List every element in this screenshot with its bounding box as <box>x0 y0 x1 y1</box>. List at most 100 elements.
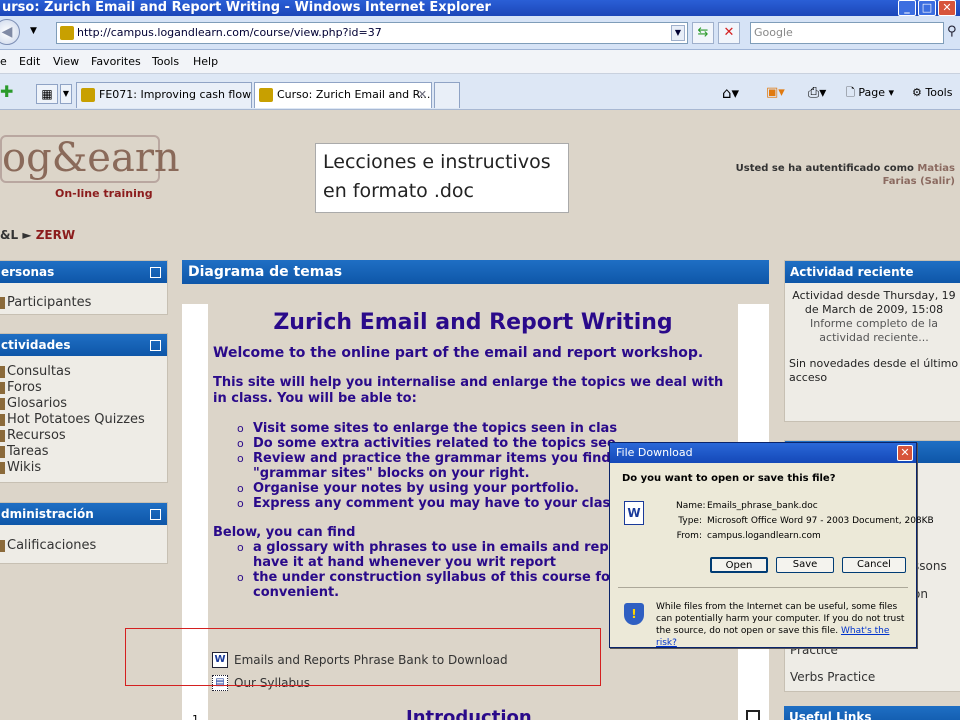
address-input[interactable]: http://campus.logandlearn.com/course/vie… <box>56 22 688 44</box>
highlight-box <box>125 628 601 686</box>
address-toolbar: ◀ ▼ http://campus.logandlearn.com/course… <box>0 16 960 50</box>
minimize-icon[interactable]: _ <box>898 0 916 16</box>
block-title: Useful Links <box>789 710 872 720</box>
menu-edit[interactable]: Edit <box>19 50 40 74</box>
sidebar-item-label[interactable]: ssons <box>913 559 947 573</box>
block-recent-header: Actividad reciente <box>785 261 960 283</box>
breadcrumb: &L ► ZERW <box>0 228 75 242</box>
tools-menu-label: Tools <box>925 86 953 99</box>
menu-favorites[interactable]: Favorites <box>91 50 141 74</box>
sidebar-item-verbs-practice[interactable]: Verbs Practice <box>790 670 875 684</box>
resource-icon <box>0 430 5 442</box>
people-icon <box>0 297 5 309</box>
logo-tagline: On-line training <box>55 187 153 200</box>
sidebar-item-wikis[interactable]: Wikis <box>0 460 167 476</box>
search-icon[interactable]: ⚲ <box>947 24 957 39</box>
block-actividades: ctividades Consultas Foros Glosarios Hot… <box>0 333 168 483</box>
close-window-icon[interactable]: ✕ <box>938 0 956 16</box>
welcome-text: Welcome to the online part of the email … <box>213 345 704 361</box>
logout-link[interactable]: (Salir) <box>920 176 955 187</box>
save-button[interactable]: Save <box>776 557 834 573</box>
search-input[interactable]: Google <box>750 22 944 44</box>
sidebar-item-hot-potatoes[interactable]: Hot Potatoes Quizzes <box>0 412 167 428</box>
sidebar-item-recursos[interactable]: Recursos <box>0 428 167 444</box>
menu-view[interactable]: View <box>53 50 79 74</box>
site-favicon-icon <box>60 26 74 40</box>
block-useful-links: Useful Links <box>784 706 960 720</box>
login-prefix: Usted se ha autentificado como <box>735 163 914 174</box>
security-shield-icon: ! <box>624 603 644 625</box>
print-icon[interactable]: ⎙▾ <box>808 84 826 102</box>
sidebar-item-tareas[interactable]: Tareas <box>0 444 167 460</box>
sidebar-item-participantes[interactable]: Participantes <box>0 295 167 311</box>
tab-bar: ✚ ▦ ▼ FE071: Improving cash flow Curso: … <box>0 74 960 110</box>
sidebar-item-label: Participantes <box>7 295 92 310</box>
security-note: While files from the Internet can be use… <box>656 601 911 649</box>
logo[interactable]: og&earn On-line training <box>0 135 180 205</box>
collapse-icon[interactable] <box>150 509 161 520</box>
sidebar-item-label: Hot Potatoes Quizzes <box>7 412 145 427</box>
tab-favicon-icon <box>81 88 95 102</box>
collapse-icon[interactable] <box>150 340 161 351</box>
no-news-text: Sin novedades desde el último acceso <box>789 357 959 384</box>
glossary-icon <box>0 398 5 410</box>
block-title: ctividades <box>1 338 71 352</box>
sidebar-item-glosarios[interactable]: Glosarios <box>0 396 167 412</box>
menu-tools[interactable]: Tools <box>152 50 179 74</box>
name-label: Name: <box>676 501 706 511</box>
course-title: Zurich Email and Report Writing <box>273 310 673 335</box>
dialog-title-bar: File Download ✕ <box>610 443 916 463</box>
dialog-question: Do you want to open or save this file? <box>622 473 836 484</box>
block-administracion: dministración Calificaciones <box>0 502 168 564</box>
section-toggle-icon[interactable] <box>746 710 760 720</box>
home-icon[interactable]: ⌂▾ <box>722 84 739 102</box>
page-menu[interactable]: 🗋 Page ▾ <box>846 84 894 102</box>
tab-improving-cash-flow[interactable]: FE071: Improving cash flow <box>76 82 252 108</box>
cancel-button[interactable]: Cancel <box>842 557 906 573</box>
file-download-dialog: File Download ✕ Do you want to open or s… <box>609 442 934 649</box>
new-tab-button[interactable] <box>434 82 460 108</box>
tab-zurich-course[interactable]: Curso: Zurich Email and R... ✕ <box>254 82 432 108</box>
forum-icon <box>0 382 5 394</box>
full-report-link[interactable]: Informe completo de la actividad recient… <box>785 317 960 345</box>
collapse-icon[interactable] <box>150 267 161 278</box>
block-recent-activity: Actividad reciente Actividad desde Thurs… <box>784 260 960 422</box>
tab-list-dropdown-icon[interactable]: ▼ <box>60 84 72 104</box>
refresh-icon[interactable]: ⇆ <box>692 22 714 44</box>
maximize-icon[interactable]: □ <box>918 0 936 16</box>
back-icon[interactable]: ◀ <box>0 19 20 45</box>
intro-text: This site will help you internalise and … <box>213 375 724 406</box>
sidebar-item-calificaciones[interactable]: Calificaciones <box>0 538 167 554</box>
sidebar-item-consultas[interactable]: Consultas <box>0 364 167 380</box>
sidebar-item-foros[interactable]: Foros <box>0 380 167 396</box>
close-tab-icon[interactable]: ✕ <box>418 83 427 107</box>
block-personas-header: ersonas <box>0 261 167 283</box>
tab-label: FE071: Improving cash flow <box>99 88 252 101</box>
page-menu-label: Page <box>858 86 885 99</box>
quick-tabs-icon[interactable]: ▦ <box>36 84 58 104</box>
consultas-icon <box>0 366 5 378</box>
close-icon[interactable]: ✕ <box>897 445 913 461</box>
tools-menu[interactable]: ⚙ Tools <box>912 84 952 102</box>
history-dropdown-icon[interactable]: ▼ <box>30 26 37 36</box>
breadcrumb-parent[interactable]: &L <box>0 228 18 242</box>
breadcrumb-current: ZERW <box>35 228 76 242</box>
block-title: Actividad reciente <box>790 265 914 279</box>
type-label: Type: <box>678 516 702 526</box>
block-administracion-header: dministración <box>0 503 167 525</box>
dialog-title: File Download <box>616 446 693 459</box>
window-title: urso: Zurich Email and Report Writing - … <box>2 0 491 15</box>
file-name-row: Name:Emails_phrase_bank.doc <box>676 501 818 511</box>
stop-icon[interactable]: ✕ <box>718 22 740 44</box>
list-item: Visit some sites to enlarge the topics s… <box>237 421 733 436</box>
open-button[interactable]: Open <box>710 557 768 573</box>
address-dropdown-icon[interactable]: ▼ <box>671 25 685 41</box>
breadcrumb-separator: ► <box>22 228 32 242</box>
feeds-icon[interactable]: ▣▾ <box>766 84 785 102</box>
dialog-separator <box>618 587 908 588</box>
menu-file[interactable]: e <box>0 50 7 74</box>
add-favorite-icon[interactable]: ✚ <box>0 82 13 101</box>
annotation-callout: Lecciones e instructivos en formato .doc <box>315 143 569 213</box>
menu-help[interactable]: Help <box>193 50 218 74</box>
web-page: og&earn On-line training Lecciones e ins… <box>0 110 960 720</box>
